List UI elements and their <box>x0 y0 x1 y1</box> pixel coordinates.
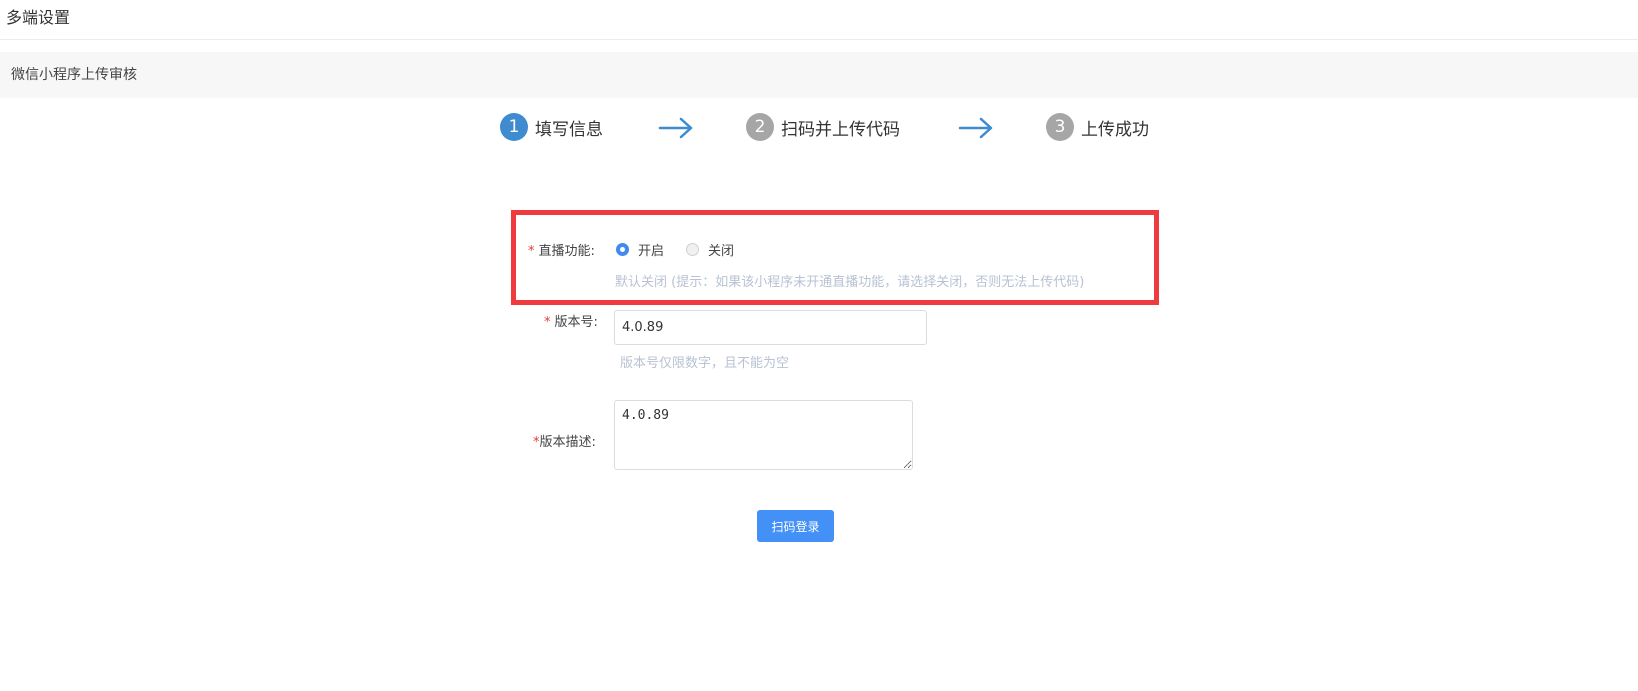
page-title: 多端设置 <box>6 8 71 27</box>
step-2-label: 扫码并上传代码 <box>781 119 900 140</box>
version-field-label: * 版本号: <box>544 315 598 330</box>
scan-login-button[interactable]: 扫码登录 <box>757 510 834 542</box>
step-1-label: 填写信息 <box>535 119 603 140</box>
section-title: 微信小程序上传审核 <box>11 67 137 83</box>
page-header: 多端设置 <box>0 0 1638 40</box>
highlight-box <box>511 210 1159 305</box>
live-radio-group: 开启 关闭 <box>616 240 756 259</box>
step-1: 1 填写信息 <box>500 112 603 142</box>
radio-disable-label: 关闭 <box>708 244 735 259</box>
radio-checked-icon[interactable] <box>616 243 629 256</box>
step-3: 3 上传成功 <box>1046 112 1149 142</box>
arrow-right-icon <box>658 117 693 139</box>
radio-enable[interactable]: 开启 <box>616 240 664 259</box>
description-textarea[interactable]: 4.0.89 <box>614 400 913 470</box>
version-hint: 版本号仅限数字，且不能为空 <box>620 356 790 371</box>
step-2-number: 2 <box>746 113 774 141</box>
required-mark: * <box>528 244 535 259</box>
version-input[interactable] <box>614 310 927 345</box>
arrow-right-icon <box>958 117 993 139</box>
required-mark: * <box>544 315 551 330</box>
live-hint: 默认关闭 (提示：如果该小程序未开通直播功能，请选择关闭，否则无法上传代码) <box>615 275 1085 290</box>
step-1-number: 1 <box>500 113 528 141</box>
live-field-label: * 直播功能: <box>528 244 595 259</box>
radio-enable-label: 开启 <box>638 244 665 259</box>
step-3-number: 3 <box>1046 113 1074 141</box>
radio-disable[interactable]: 关闭 <box>686 240 734 259</box>
step-2: 2 扫码并上传代码 <box>746 112 900 142</box>
radio-unchecked-icon[interactable] <box>686 243 700 256</box>
step-3-label: 上传成功 <box>1081 119 1149 140</box>
description-field-label: *版本描述: <box>533 435 596 450</box>
section-bar: 微信小程序上传审核 <box>0 52 1638 98</box>
